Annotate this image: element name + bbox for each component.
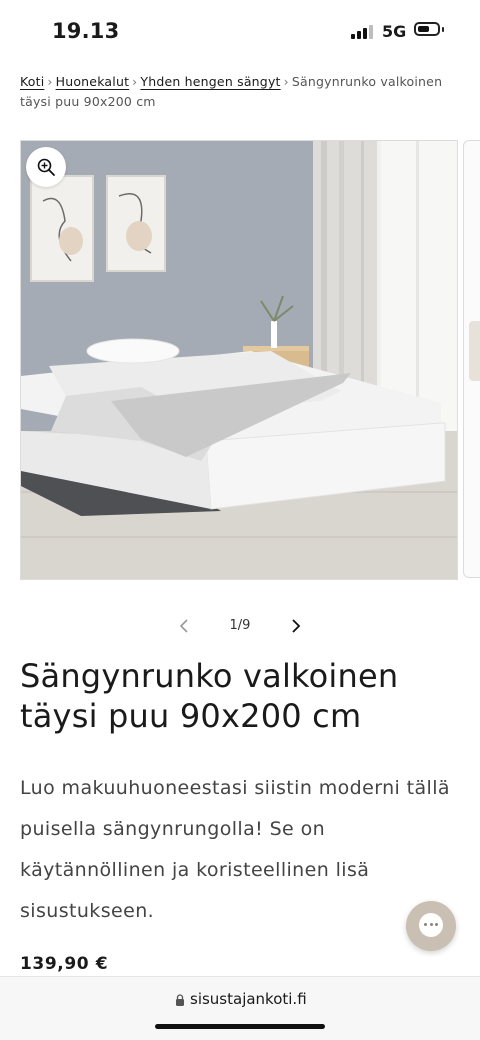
status-time: 19.13 — [52, 19, 120, 43]
network-type-label: 5G — [382, 22, 407, 41]
battery-icon — [414, 22, 440, 36]
breadcrumb-separator: › — [132, 74, 138, 89]
chevron-right-icon[interactable] — [286, 616, 306, 636]
battery-tip — [442, 27, 444, 32]
slide-counter: 1/9 — [229, 618, 251, 633]
breadcrumb-separator: › — [47, 74, 53, 89]
breadcrumb-link-single-beds[interactable]: Yhden hengen sängyt — [140, 74, 280, 89]
chevron-left-icon[interactable] — [174, 616, 194, 636]
browser-address-bar[interactable]: sisustajankoti.fi — [0, 976, 480, 1040]
home-indicator — [155, 1024, 325, 1029]
lock-icon — [176, 994, 184, 1006]
product-image[interactable] — [20, 140, 458, 580]
breadcrumb-separator: › — [283, 74, 289, 89]
bedroom-photo — [21, 141, 457, 579]
domain-label[interactable]: sisustajankoti.fi — [190, 990, 307, 1008]
gallery-navigation: 1/9 — [160, 612, 320, 642]
product-description: Luo makuuhuoneestasi siistin moderni täl… — [20, 777, 450, 922]
zoom-in-icon — [37, 158, 55, 176]
chat-icon — [419, 913, 443, 937]
cellular-signal-icon — [351, 25, 375, 39]
breadcrumb-link-home[interactable]: Koti — [20, 74, 44, 89]
next-image-thumbnail[interactable] — [463, 140, 480, 578]
product-title: Sängynrunko valkoinen täysi puu 90x200 c… — [20, 657, 399, 735]
zoom-button[interactable] — [26, 147, 66, 187]
product-price: 139,90 € — [20, 954, 109, 974]
chat-button[interactable] — [406, 901, 456, 951]
status-bar: 19.13 5G — [0, 0, 480, 62]
breadcrumb-link-furniture[interactable]: Huonekalut — [56, 74, 130, 89]
breadcrumb: Koti › Huonekalut › Yhden hengen sängyt › Säng… — [20, 72, 468, 112]
